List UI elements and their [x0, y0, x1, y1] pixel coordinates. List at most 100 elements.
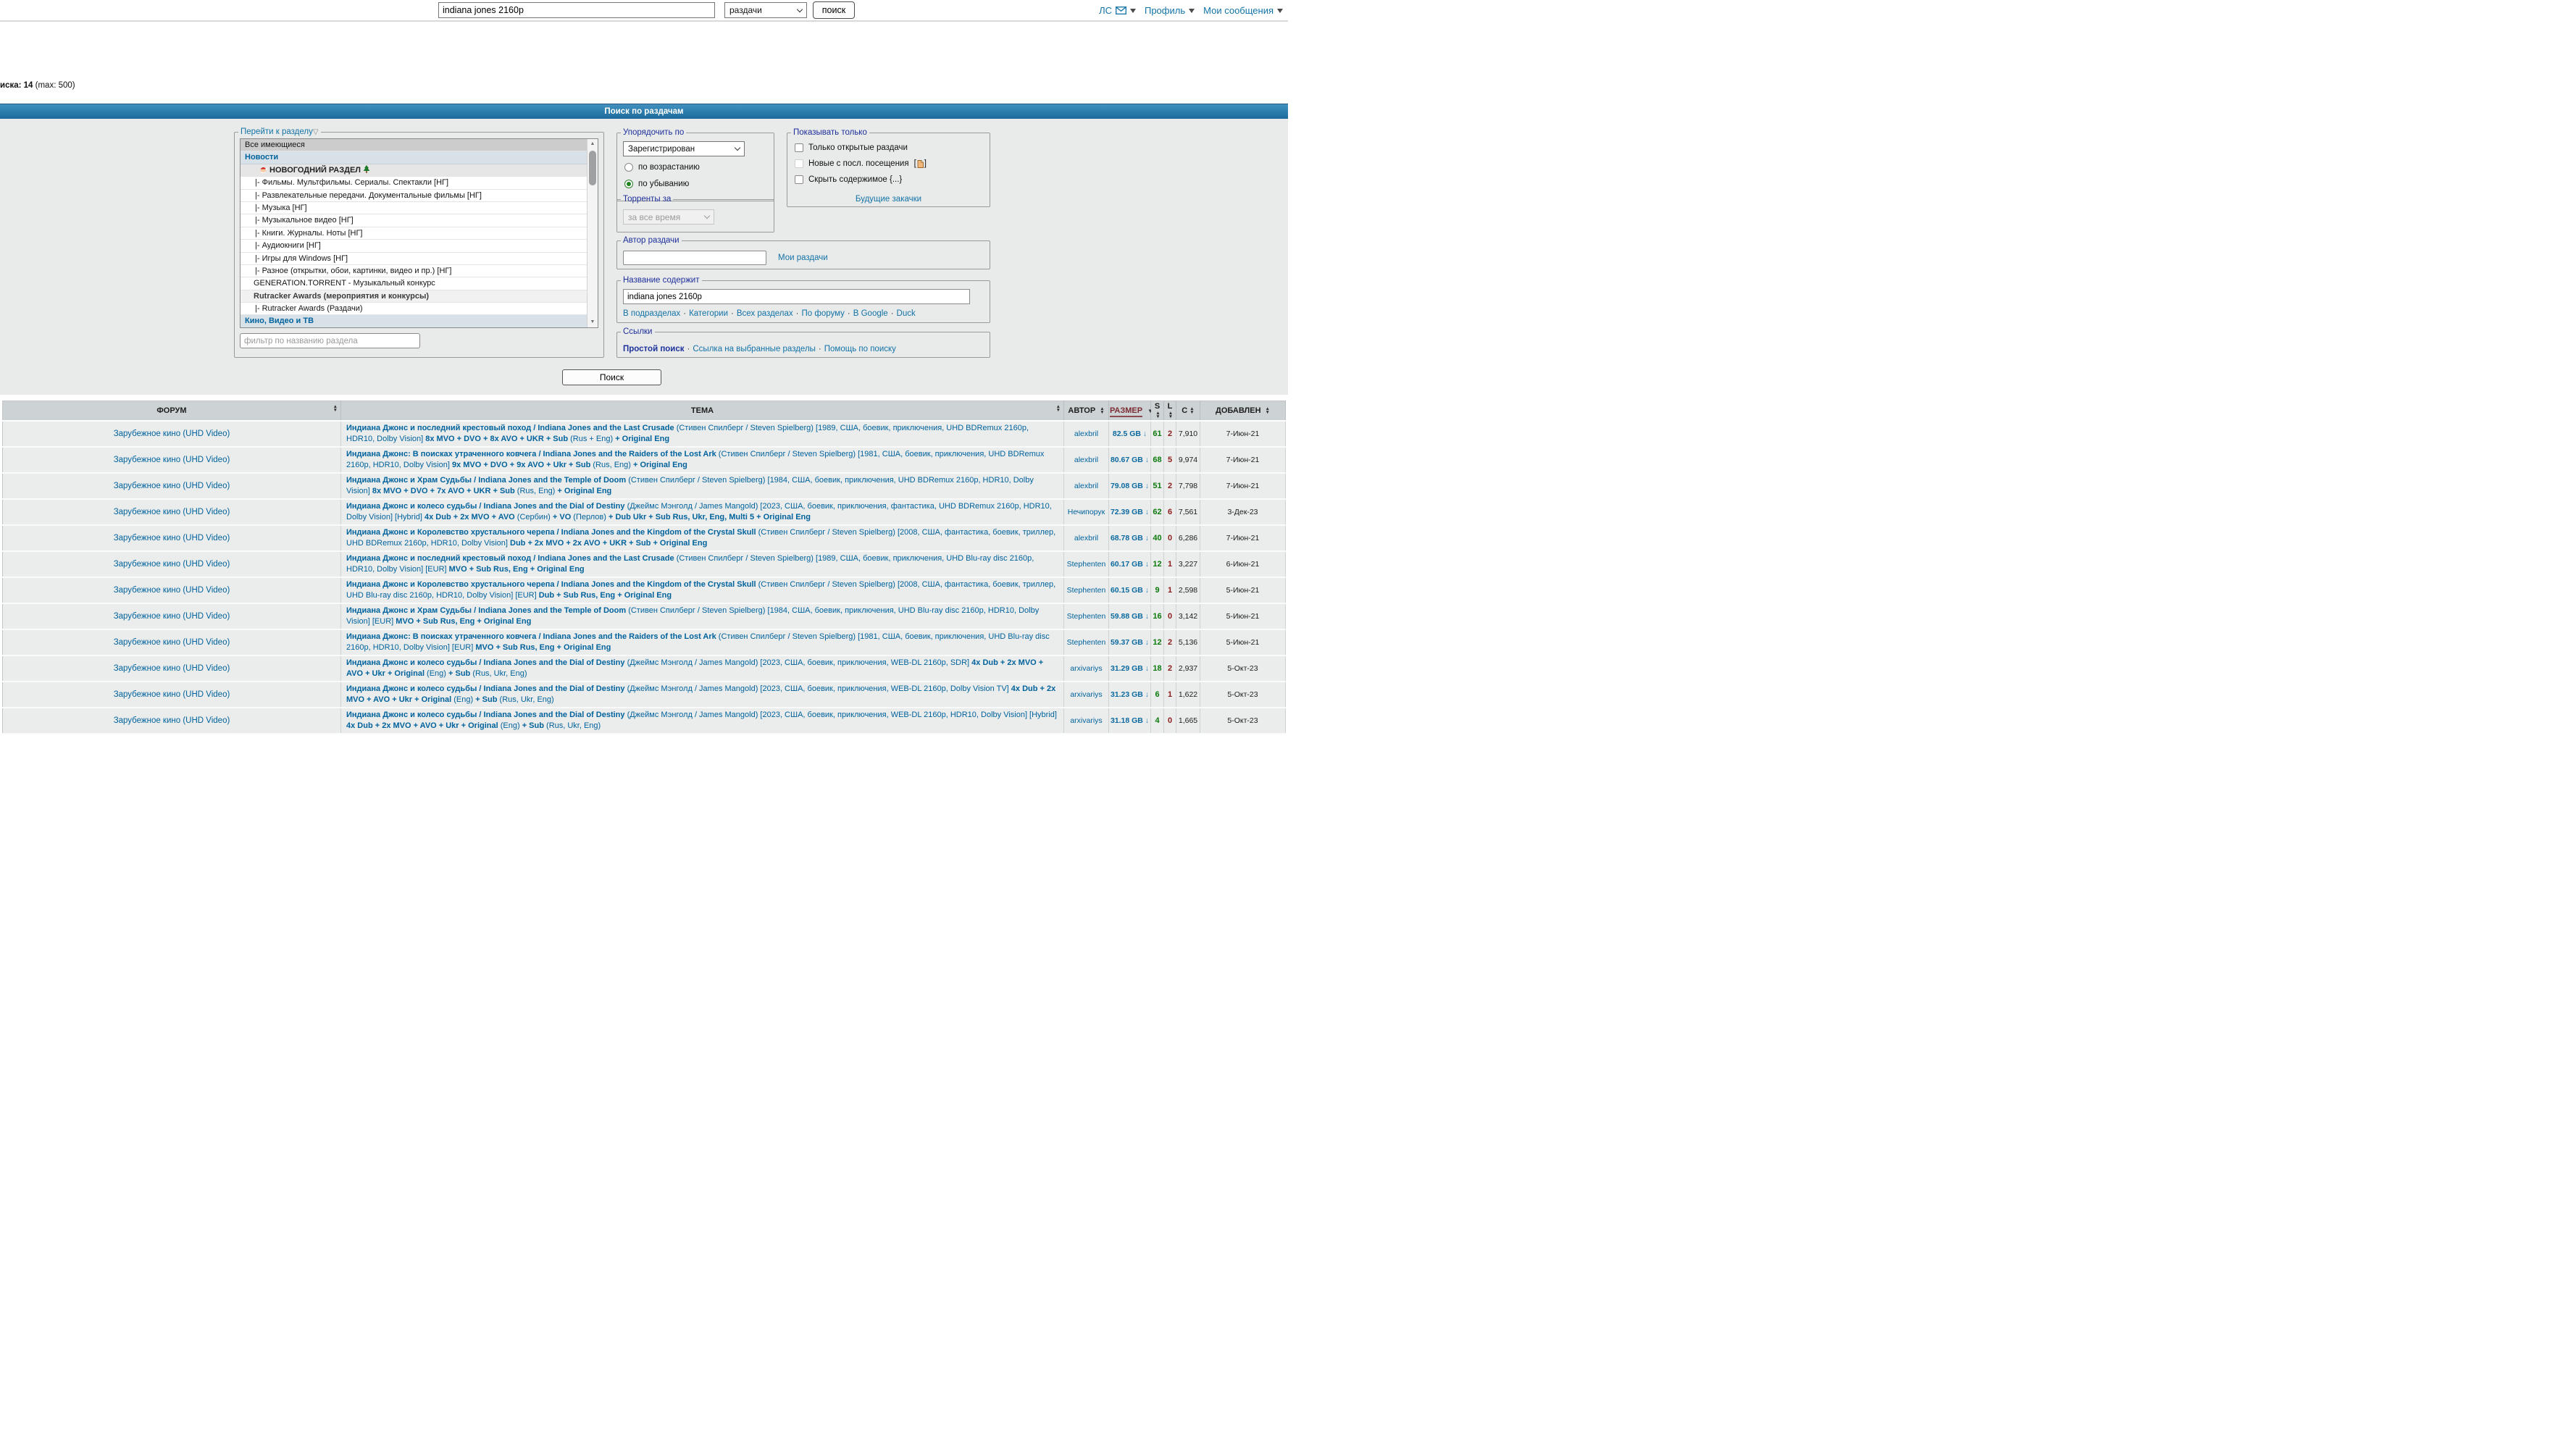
search-link[interactable]: В Google	[853, 309, 888, 318]
author-link[interactable]: Stephenten	[1067, 638, 1106, 647]
section-option[interactable]: GENERATION.TORRENT - Музыкальный конкурс	[241, 277, 587, 290]
topic-link[interactable]: Индиана Джонс и последний крестовый похо…	[346, 554, 1034, 574]
forum-link[interactable]: Зарубежное кино (UHD Video)	[114, 534, 230, 542]
private-messages-menu[interactable]: ЛС	[1099, 4, 1136, 16]
pm-link[interactable]: ЛС	[1099, 5, 1112, 16]
section-option[interactable]: |- Rutracker Awards (Раздачи)	[241, 303, 587, 315]
author-link[interactable]: alexbril	[1074, 534, 1098, 542]
search-link[interactable]: Категории	[689, 309, 728, 318]
forum-link[interactable]: Зарубежное кино (UHD Video)	[114, 430, 230, 438]
download-link[interactable]: 31.29 GB ↓	[1111, 664, 1149, 673]
section-option[interactable]: |- Игры для Windows [НГ]	[241, 253, 587, 265]
open-torrents-option[interactable]: Только открытые раздачи	[795, 143, 908, 152]
download-link[interactable]: 59.88 GB ↓	[1111, 612, 1149, 621]
topic-link[interactable]: Индиана Джонс и Храм Судьбы / Indiana Jo…	[346, 476, 1034, 495]
my-torrents-link[interactable]: Мои раздачи	[778, 254, 828, 262]
col-forum[interactable]: ФОРУМ▲▼	[3, 401, 341, 422]
section-filter-input[interactable]	[240, 333, 420, 348]
search-link[interactable]: Простой поиск	[623, 345, 685, 353]
search-link[interactable]: Duck	[897, 309, 916, 318]
forum-link[interactable]: Зарубежное кино (UHD Video)	[114, 586, 230, 595]
order-desc-option[interactable]: по убыванию	[624, 180, 689, 188]
section-option[interactable]: Кино, Видео и ТВ	[241, 315, 587, 327]
doc-icon-wrap[interactable]: []	[914, 159, 927, 168]
col-seeders[interactable]: S▲▼	[1151, 401, 1164, 422]
radio-unchecked-icon[interactable]	[624, 163, 633, 172]
download-link[interactable]: 60.15 GB ↓	[1111, 586, 1149, 595]
topic-link[interactable]: Индиана Джонс и последний крестовый похо…	[346, 424, 1029, 443]
order-select[interactable]: Зарегистрирован	[623, 141, 745, 156]
search-link[interactable]: В подразделах	[623, 309, 680, 318]
section-option[interactable]: |- Фильмы. Мультфильмы. Сериалы. Спектак…	[241, 177, 587, 189]
author-link[interactable]: arxivariys	[1070, 716, 1102, 725]
download-link[interactable]: 82.5 GB ↓	[1113, 430, 1147, 438]
col-leechers[interactable]: L▲▼	[1164, 401, 1176, 422]
search-scope-select[interactable]: раздачи	[724, 2, 807, 18]
author-link[interactable]: alexbril	[1074, 430, 1098, 438]
author-link[interactable]: Нечипорук	[1068, 508, 1105, 516]
author-link[interactable]: arxivariys	[1070, 690, 1102, 699]
author-link[interactable]: Stephenten	[1067, 586, 1106, 595]
download-link[interactable]: 31.18 GB ↓	[1111, 716, 1149, 725]
col-added[interactable]: ДОБАВЛЕН▲▼	[1200, 401, 1286, 422]
profile-link[interactable]: Профиль	[1145, 5, 1185, 16]
search-link[interactable]: Ссылка на выбранные разделы	[693, 345, 816, 353]
profile-menu[interactable]: Профиль	[1145, 4, 1195, 16]
author-link[interactable]: alexbril	[1074, 482, 1098, 490]
section-option[interactable]: |- Книги. Журналы. Ноты [НГ]	[241, 227, 587, 240]
col-tema[interactable]: ТЕМА▲▼	[341, 401, 1064, 422]
topic-link[interactable]: Индиана Джонс и колесо судьбы / Indiana …	[346, 502, 1052, 521]
radio-checked-icon[interactable]	[624, 180, 633, 188]
col-author[interactable]: АВТОР▲▼	[1064, 401, 1109, 422]
col-completed[interactable]: C▲▼	[1176, 401, 1200, 422]
author-link[interactable]: alexbril	[1074, 456, 1098, 464]
section-legend-link[interactable]: Перейти к разделу	[241, 127, 313, 136]
forum-link[interactable]: Зарубежное кино (UHD Video)	[114, 456, 230, 464]
section-option[interactable]: |- Музыка [НГ]	[241, 202, 587, 214]
author-link[interactable]: Stephenten	[1067, 612, 1106, 621]
topic-link[interactable]: Индиана Джонс и Королевство хрустального…	[346, 580, 1055, 600]
download-link[interactable]: 80.67 GB ↓	[1111, 456, 1149, 464]
scroll-up-icon[interactable]: ▲	[587, 139, 598, 149]
section-option[interactable]: |- Музыкальное видео [НГ]	[241, 214, 587, 227]
download-link[interactable]: 59.37 GB ↓	[1111, 638, 1149, 647]
forum-link[interactable]: Зарубежное кино (UHD Video)	[114, 560, 230, 569]
my-messages-link[interactable]: Мои сообщения	[1203, 5, 1274, 16]
topic-link[interactable]: Индиана Джонс и колесо судьбы / Indiana …	[346, 684, 1055, 704]
checkbox-icon[interactable]	[795, 175, 803, 184]
section-option[interactable]: Rutracker Awards (мероприятия и конкурсы…	[241, 290, 587, 303]
download-link[interactable]: 72.39 GB ↓	[1111, 508, 1149, 516]
forum-link[interactable]: Зарубежное кино (UHD Video)	[114, 716, 230, 725]
section-option[interactable]: |- Развлекательные передачи. Документаль…	[241, 190, 587, 202]
author-input[interactable]	[623, 251, 766, 265]
download-link[interactable]: 60.17 GB ↓	[1111, 560, 1149, 569]
order-asc-option[interactable]: по возрастанию	[624, 163, 700, 172]
quick-search-button[interactable]: поиск	[813, 1, 855, 19]
section-option[interactable]: Новости	[241, 151, 587, 164]
topic-link[interactable]: Индиана Джонс и колесо судьбы / Indiana …	[346, 658, 1043, 678]
section-option-newyear[interactable]: НОВОГОДНИЙ РАЗДЕЛ	[241, 164, 587, 177]
search-submit-button[interactable]: Поиск	[562, 369, 661, 385]
forum-link[interactable]: Зарубежное кино (UHD Video)	[114, 664, 230, 673]
scroll-down-icon[interactable]: ▼	[587, 317, 598, 327]
col-size[interactable]: РАЗМЕР▼	[1109, 401, 1151, 422]
forum-link[interactable]: Зарубежное кино (UHD Video)	[114, 638, 230, 647]
author-link[interactable]: Stephenten	[1067, 560, 1106, 569]
topic-link[interactable]: Индиана Джонс и Королевство хрустального…	[346, 528, 1055, 548]
my-messages-menu[interactable]: Мои сообщения	[1203, 4, 1283, 16]
quick-search-input[interactable]	[438, 2, 715, 18]
future-downloads-link[interactable]: Будущие закачки	[787, 195, 990, 204]
forum-link[interactable]: Зарубежное кино (UHD Video)	[114, 508, 230, 516]
forum-link[interactable]: Зарубежное кино (UHD Video)	[114, 612, 230, 621]
section-option[interactable]: Все имеющиеся	[241, 139, 587, 151]
hide-contents-option[interactable]: Скрыть содержимое {...}	[795, 175, 902, 184]
download-link[interactable]: 68.78 GB ↓	[1111, 534, 1149, 542]
topic-link[interactable]: Индиана Джонс и Храм Судьбы / Indiana Jo…	[346, 606, 1039, 626]
search-link[interactable]: Помощь по поиску	[824, 345, 896, 353]
author-link[interactable]: arxivariys	[1070, 664, 1102, 673]
scrollbar-thumb[interactable]	[589, 151, 596, 185]
search-link[interactable]: По форуму	[802, 309, 845, 318]
section-option[interactable]: |- Разное (открытки, обои, картинки, вид…	[241, 265, 587, 277]
forum-link[interactable]: Зарубежное кино (UHD Video)	[114, 690, 230, 699]
section-list-scrollbar[interactable]: ▲ ▼	[587, 139, 598, 327]
